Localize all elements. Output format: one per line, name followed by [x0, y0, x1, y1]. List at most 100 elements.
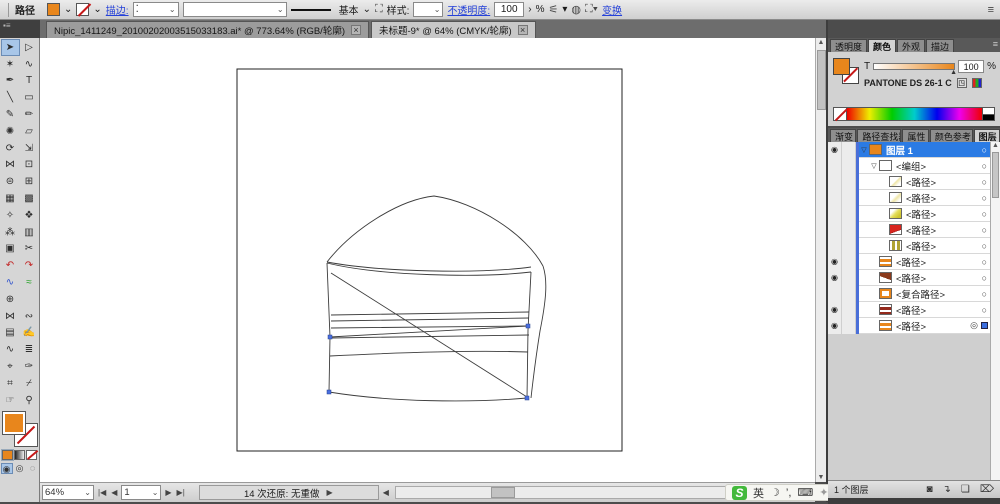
zoom-tool-icon[interactable]: ⚲ [20, 392, 39, 409]
paint-gradient-button[interactable] [14, 450, 25, 460]
stroke-color-swatch[interactable] [76, 3, 89, 16]
lock-cell[interactable] [842, 302, 856, 318]
zoom-level-select[interactable]: 64%⌄ [42, 485, 94, 500]
tint-slider-thumb[interactable]: ▲ [950, 69, 957, 76]
layer-label[interactable]: <路径> [906, 223, 982, 237]
lasso-tool-icon[interactable]: ∿ [20, 56, 39, 73]
visibility-eye-icon[interactable] [828, 174, 842, 190]
lock-cell[interactable] [842, 238, 856, 254]
rotate-tool-icon[interactable]: ⟳ [1, 140, 20, 157]
lock-cell[interactable] [842, 158, 856, 174]
layer-thumbnail[interactable] [889, 192, 902, 203]
layer-label[interactable]: <路径> [906, 207, 982, 221]
target-circle-icon[interactable]: ○ [982, 145, 987, 155]
expand-triangle-icon[interactable]: ▽ [859, 146, 869, 154]
envelope-tool-icon[interactable]: ⋈ [1, 308, 20, 325]
last-artboard-button[interactable]: ▶| [176, 488, 186, 497]
scroll-up-icon[interactable]: ▲ [816, 39, 826, 46]
toolbox-fill-swatch[interactable] [3, 412, 25, 434]
canvas[interactable] [40, 38, 815, 482]
layer-thumbnail[interactable] [879, 256, 892, 267]
pencil-tool-icon[interactable]: ✏ [20, 106, 39, 123]
draw-normal-mode-icon[interactable]: ◉ [1, 463, 13, 474]
select-similar-icon[interactable]: ⚟ [548, 3, 558, 16]
tab-color-guide[interactable]: 颜色参考 [930, 129, 973, 142]
hand-draw-tool-icon[interactable]: ✍ [20, 325, 39, 342]
perspective-grid-tool-icon[interactable]: ⊞ [20, 173, 39, 190]
line-segment-tool-icon[interactable]: ╲ [1, 89, 20, 106]
draw-behind-mode-icon[interactable]: ◎ [14, 463, 26, 474]
document-tab-2[interactable]: 未标题-9* @ 64% (CMYK/轮廓) × [371, 21, 536, 38]
visibility-eye-icon[interactable]: ◉ [828, 270, 842, 286]
horizontal-scroll-thumb[interactable] [491, 487, 515, 498]
lock-cell[interactable] [842, 222, 856, 238]
target-circle-icon[interactable]: ○ [982, 273, 987, 283]
smooth-tool-icon[interactable]: ∿ [1, 341, 20, 358]
type-tool-icon[interactable]: T [20, 73, 39, 90]
spectrum-none-swatch[interactable] [833, 107, 847, 121]
stroke-dropdown-arrow[interactable]: ⌄ [93, 4, 101, 15]
layer-thumbnail[interactable] [889, 224, 902, 235]
layer-row[interactable]: ◉<路径>○ [828, 302, 990, 318]
target-circle-icon[interactable]: ○ [982, 161, 987, 171]
layer-row[interactable]: ▽<编组>○ [828, 158, 990, 174]
tab-gradient[interactable]: 渐变 [830, 129, 856, 142]
first-artboard-button[interactable]: |◀ [97, 488, 107, 497]
layers-scroll-thumb[interactable] [992, 152, 999, 198]
frame-tool-icon[interactable]: ⌗ [1, 375, 20, 392]
white-swatch[interactable] [983, 107, 995, 115]
lock-cell[interactable] [842, 270, 856, 286]
delete-layer-icon[interactable]: ⌦ [980, 484, 994, 495]
artboard-number-select[interactable]: 1⌄ [121, 485, 161, 500]
new-layer-icon[interactable]: ❏ [961, 484, 970, 495]
new-sublayer-icon[interactable]: ↴ [943, 484, 951, 495]
paint-none-button[interactable] [26, 450, 37, 460]
fill-dropdown-arrow[interactable]: ⌄ [64, 4, 72, 15]
vertical-scrollbar[interactable]: ▲ ▼ [815, 38, 826, 482]
visibility-eye-icon[interactable]: ◉ [828, 318, 842, 334]
make-clip-mask-icon[interactable]: ◙ [926, 484, 932, 495]
layer-thumbnail[interactable] [889, 240, 902, 251]
select-similar-arrow[interactable]: ▾ [562, 4, 567, 15]
width-tool-icon[interactable]: ⋈ [1, 157, 20, 174]
visibility-eye-icon[interactable] [828, 190, 842, 206]
warp-tool-icon[interactable]: ∾ [20, 308, 39, 325]
visibility-eye-icon[interactable] [828, 206, 842, 222]
selected-art-indicator[interactable] [981, 322, 988, 329]
target-circle-icon[interactable]: ○ [982, 257, 987, 267]
out-of-gamut-icon[interactable]: ◳ [957, 78, 967, 88]
control-panel-menu-icon[interactable]: ≡ [988, 4, 994, 16]
scale-tool-icon[interactable]: ⇲ [20, 140, 39, 157]
lock-cell[interactable] [842, 254, 856, 270]
scroll-down-icon[interactable]: ▼ [816, 474, 826, 481]
grid-plane-tool-icon[interactable]: ▤ [1, 325, 20, 342]
layer-label[interactable]: <路径> [896, 303, 982, 317]
layer-thumbnail[interactable] [879, 288, 892, 299]
layer-thumbnail[interactable] [889, 176, 902, 187]
slice-tool-icon[interactable]: ✂ [20, 241, 39, 258]
variable-width-select[interactable]: ⌄ [183, 2, 287, 17]
layer-label[interactable]: <路径> [896, 255, 982, 269]
layer-row[interactable]: <路径>○ [828, 222, 990, 238]
ime-keyboard-icon[interactable]: ⌨ [797, 486, 813, 499]
lock-cell[interactable] [842, 190, 856, 206]
layer-label[interactable]: <路径> [896, 319, 970, 333]
black-swatch[interactable] [983, 115, 995, 122]
ime-punctuation-icon[interactable]: ’, [786, 487, 792, 499]
layer-label[interactable]: 图层 1 [886, 143, 982, 157]
layer-row[interactable]: <路径>○ [828, 174, 990, 190]
layer-label[interactable]: <路径> [906, 175, 982, 189]
measure-tool-icon[interactable]: ⌖ [1, 358, 20, 375]
transform-link[interactable]: 变换 [602, 2, 622, 17]
magic-wand-tool-icon[interactable]: ✶ [1, 56, 20, 73]
direct-selection-tool-icon[interactable]: ▷ [20, 39, 39, 56]
shape-builder-tool-icon[interactable]: ⊜ [1, 173, 20, 190]
eyedropper-tool-icon[interactable]: ✧ [1, 207, 20, 224]
dropper-tool-icon[interactable]: ✑ [20, 358, 39, 375]
recolor-artwork-icon[interactable]: ⛶ [375, 3, 383, 16]
tint-slider[interactable]: ▲ [873, 63, 955, 70]
paintbrush-tool-icon[interactable]: ✎ [1, 106, 20, 123]
target-circle-icon[interactable]: ◎ [970, 320, 978, 331]
layer-label[interactable]: <编组> [896, 159, 982, 173]
layers-panel-menu-icon[interactable]: ≡ [993, 129, 998, 139]
